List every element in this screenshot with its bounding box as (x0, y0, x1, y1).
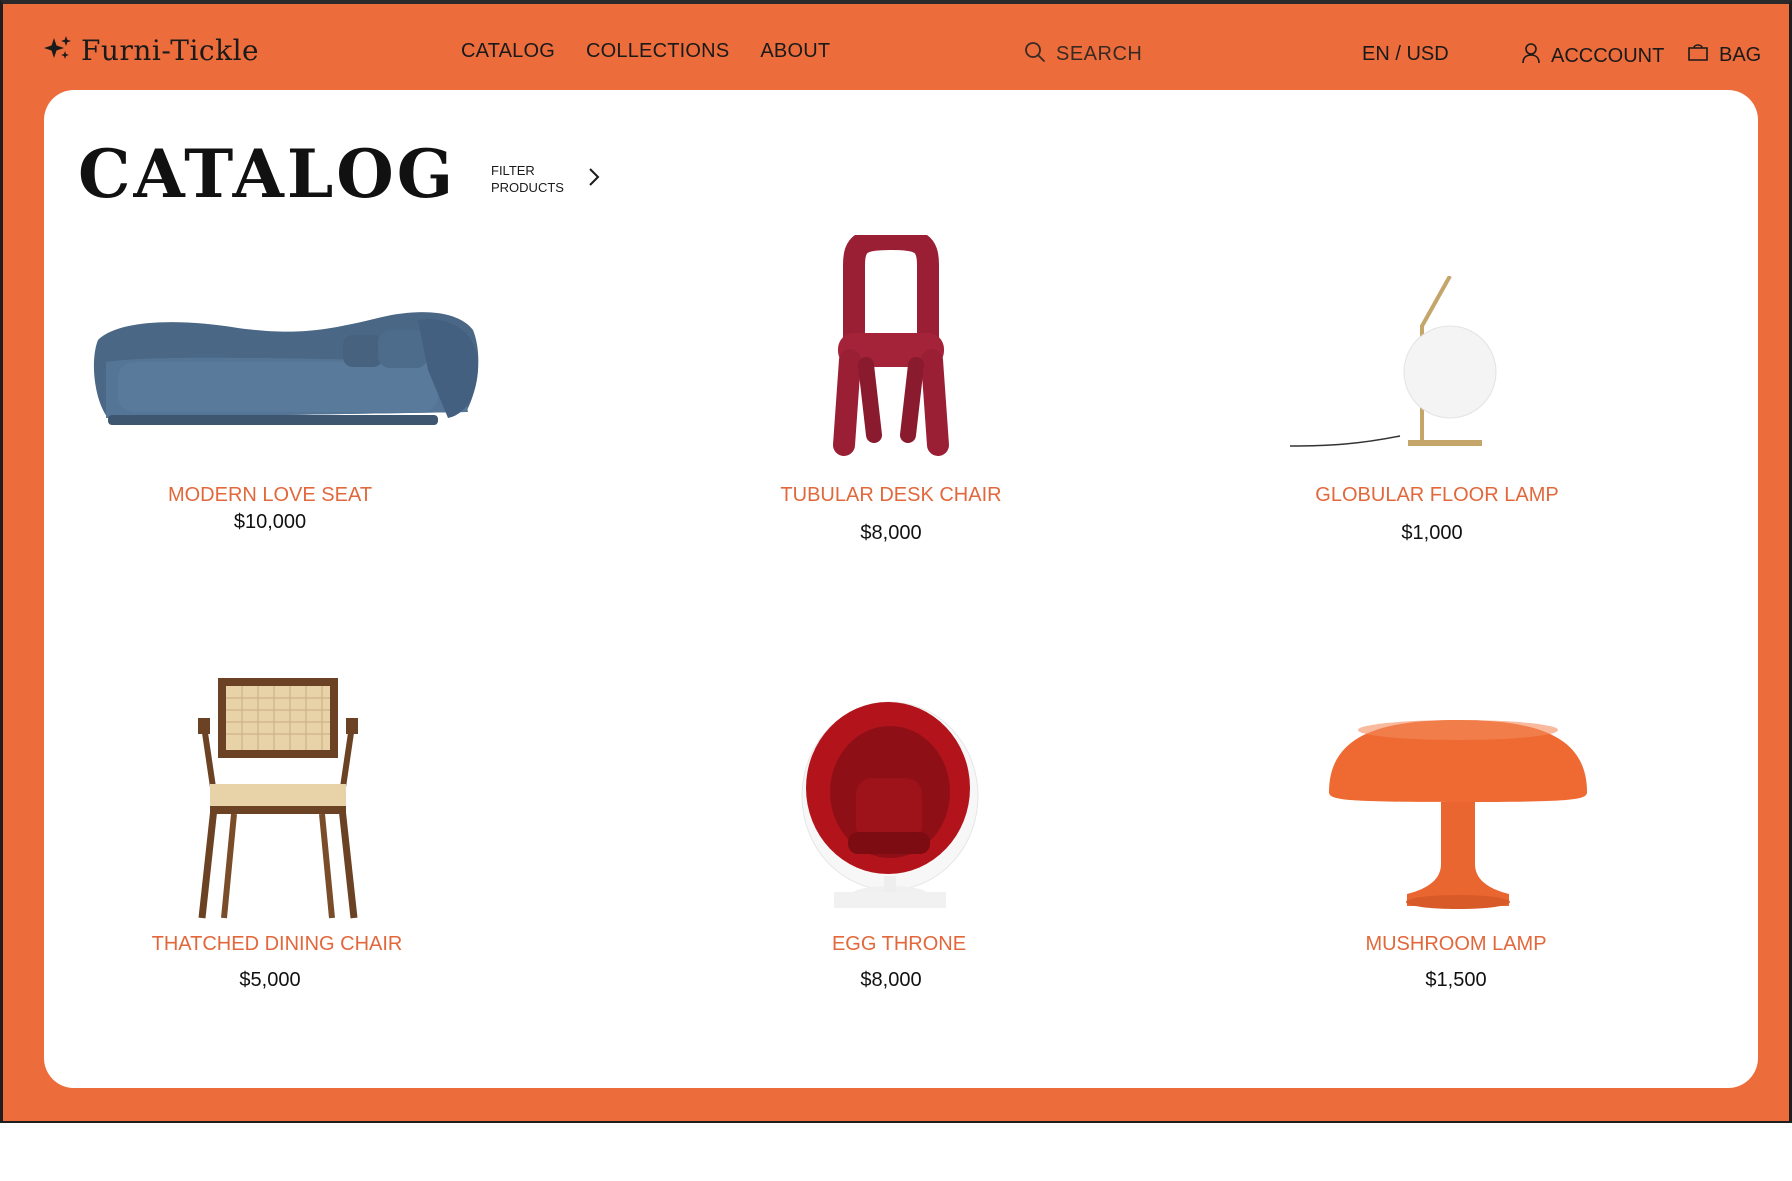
product-price: $8,000 (860, 522, 922, 544)
app-frame: Furni-Tickle CATALOG COLLECTIONS ABOUT S… (0, 0, 1792, 1123)
product-name[interactable]: TUBULAR DESK CHAIR (780, 484, 1001, 507)
user-icon (1521, 42, 1541, 70)
top-header: Furni-Tickle CATALOG COLLECTIONS ABOUT S… (3, 4, 1792, 90)
product-name[interactable]: MODERN LOVE SEAT (168, 484, 372, 507)
bag-label: BAG (1719, 43, 1762, 66)
sparkle-icon (43, 34, 73, 67)
search-label: SEARCH (1056, 43, 1143, 65)
account-label: ACCCOUNT (1551, 44, 1665, 67)
product-price: $10,000 (233, 511, 307, 533)
chevron-right-icon (587, 166, 601, 193)
product-price: $1,000 (1401, 522, 1463, 544)
product-price: $5,000 (239, 969, 301, 991)
main-nav: CATALOG COLLECTIONS ABOUT (461, 40, 830, 63)
filter-label-line1: FILTER (491, 163, 535, 178)
product-image-mushroom-lamp[interactable] (1323, 714, 1593, 910)
product-name[interactable]: EGG THRONE (832, 933, 966, 956)
nav-catalog[interactable]: CATALOG (461, 40, 555, 63)
bag-icon (1687, 42, 1709, 68)
filter-products-button[interactable]: FILTER PRODUCTS (491, 162, 601, 196)
search-button[interactable]: SEARCH (1024, 41, 1142, 68)
product-name[interactable]: GLOBULAR FLOOR LAMP (1315, 484, 1558, 507)
product-name[interactable]: THATCHED DINING CHAIR (152, 933, 403, 956)
nav-about[interactable]: ABOUT (760, 40, 830, 63)
product-image-egg-throne[interactable] (798, 696, 982, 908)
product-name[interactable]: MUSHROOM LAMP (1365, 933, 1546, 956)
product-price: $1,500 (1425, 969, 1487, 991)
product-image-globular-lamp[interactable] (1289, 275, 1500, 456)
filter-label-line2: PRODUCTS (491, 180, 564, 195)
locale-selector[interactable]: EN / USD (1362, 43, 1449, 66)
product-image-tubular-chair[interactable] (826, 228, 956, 457)
product-image-love-seat[interactable] (88, 300, 480, 438)
filter-label: FILTER PRODUCTS (491, 162, 571, 196)
brand-logo[interactable]: Furni-Tickle (43, 34, 259, 67)
nav-collections[interactable]: COLLECTIONS (586, 40, 729, 63)
page-title: CATALOG (78, 135, 457, 213)
brand-name: Furni-Tickle (81, 34, 260, 67)
catalog-panel: CATALOG FILTER PRODUCTS MODERN LOVE SEAT… (44, 90, 1758, 1088)
product-image-thatched-chair[interactable] (194, 674, 362, 922)
search-icon (1024, 41, 1046, 68)
account-button[interactable]: ACCCOUNT (1521, 42, 1664, 70)
product-price: $8,000 (860, 969, 922, 991)
bag-button[interactable]: BAG (1687, 42, 1761, 68)
